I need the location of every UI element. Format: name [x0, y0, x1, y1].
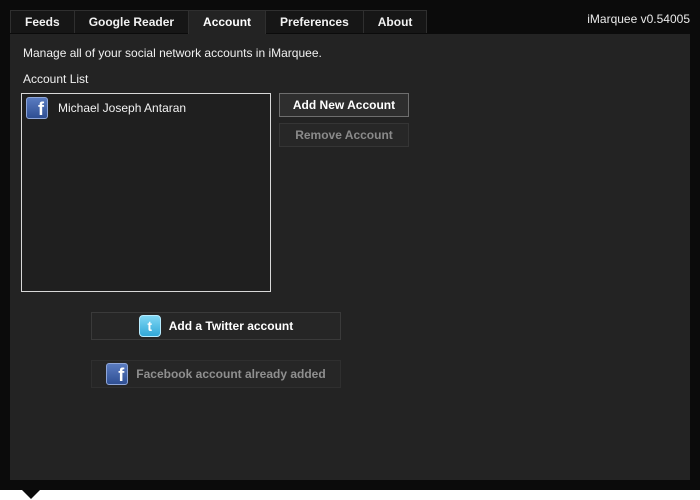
tab-account[interactable]: Account [188, 10, 267, 35]
twitter-icon: t [138, 315, 161, 337]
tab-google-reader[interactable]: Google Reader [73, 10, 190, 33]
account-list[interactable]: f Michael Joseph Antaran [21, 93, 271, 292]
facebook-account-added-button[interactable]: f Facebook account already added [91, 360, 341, 388]
facebook-icon: f [26, 97, 48, 119]
add-twitter-account-label: Add a Twitter account [168, 319, 294, 333]
app-version: iMarquee v0.54005 [587, 12, 690, 26]
add-new-account-button[interactable]: Add New Account [279, 93, 409, 117]
account-panel: Manage all of your social network accoun… [10, 34, 690, 480]
account-list-title: Account List [23, 72, 89, 86]
imarquee-window: Feeds Google Reader Account Preferences … [0, 0, 700, 490]
list-item[interactable]: f Michael Joseph Antaran [26, 97, 186, 119]
add-twitter-account-button[interactable]: t Add a Twitter account [91, 312, 341, 340]
tab-bar: Feeds Google Reader Account Preferences … [10, 10, 428, 35]
tab-feeds[interactable]: Feeds [10, 10, 75, 33]
account-name: Michael Joseph Antaran [58, 101, 187, 115]
tab-preferences[interactable]: Preferences [265, 10, 364, 33]
popover-pointer [22, 490, 40, 499]
remove-account-button[interactable]: Remove Account [279, 123, 409, 147]
tab-about[interactable]: About [362, 10, 428, 33]
facebook-account-added-label: Facebook account already added [136, 367, 326, 381]
account-description: Manage all of your social network accoun… [23, 46, 322, 60]
facebook-icon: f [106, 363, 129, 385]
